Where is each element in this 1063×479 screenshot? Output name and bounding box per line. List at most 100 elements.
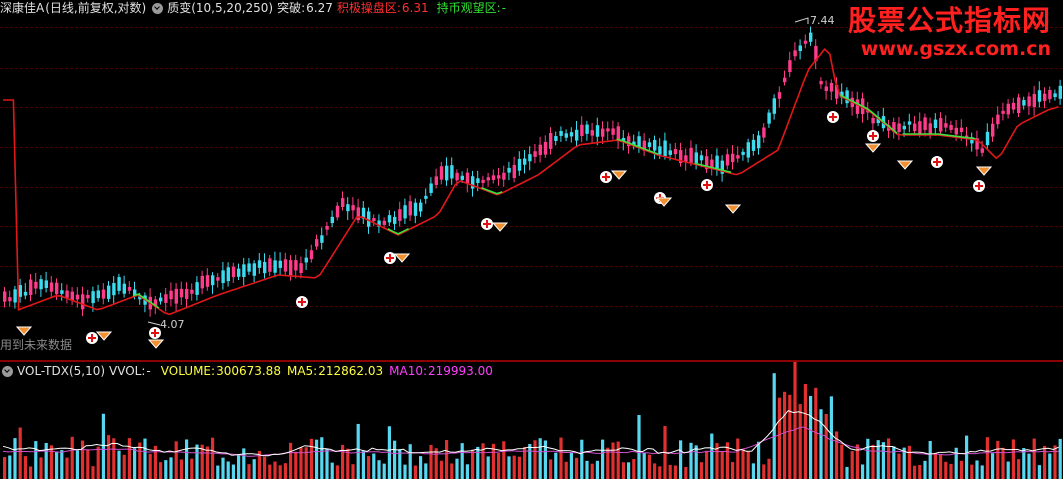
candle-body [247,263,251,272]
volume-bar [133,448,137,479]
candle-body [486,177,490,181]
volume-bar [1048,453,1052,479]
candle-body [237,268,241,277]
candle-body [595,125,600,137]
volume-bar [408,444,412,479]
candle-body [429,183,433,193]
volume-bar [44,442,48,479]
candle-body [559,130,563,136]
candle-body [445,165,449,181]
volume-bar [507,456,511,479]
volume-bar [658,466,662,479]
volume-bar [673,465,677,479]
volume-bar [965,435,969,479]
volume-bar [793,362,797,479]
volume-bar [767,458,771,479]
volume-bar [679,440,683,479]
volume-bar [185,439,189,479]
volume-bar [528,444,532,479]
candle-body [242,264,246,277]
candle-body [450,165,454,179]
volume-bar [757,441,761,479]
volume-bar [668,464,672,479]
candle-body [897,123,901,132]
volume-bar [959,460,963,479]
volume-bar [653,463,657,479]
plus-circle-icon-v [832,113,834,121]
candle-body [356,207,360,221]
volume-bar [954,447,958,479]
diamond-icon [896,160,914,170]
volume-bar [315,439,319,479]
candle-body [190,289,194,294]
volume-chart-pane[interactable]: VOL-TDX(5,10) VVOL: - VOLUME: 300673.88 … [0,362,1063,479]
candle-body [257,260,262,268]
volume-bar [621,462,625,479]
candle-body [8,297,12,302]
candle-body [824,86,828,91]
candle-body [221,270,225,284]
volume-bar [231,464,235,479]
candle-body [611,128,615,135]
volume-bar [1006,461,1010,479]
volume-bars[interactable] [0,362,1063,479]
plus-circle-icon-v [706,181,708,189]
volume-bar [403,464,407,479]
volume-bar [980,465,984,479]
candle-body [788,60,792,73]
candle-body [991,123,995,137]
candle-body [49,282,54,292]
volume-bar [49,445,53,479]
plus-circle-icon-v [91,334,93,342]
volume-bar [3,457,7,479]
volume-bar [840,444,844,479]
candle-body [757,135,761,149]
candle-body [819,80,823,85]
volume-bar [523,446,527,479]
candle-body [382,220,386,225]
candle-body [1022,100,1026,106]
candle-body [481,179,485,183]
candle-body [1032,93,1036,107]
plus-circle-icon-v [389,254,391,262]
volume-bar [320,437,324,479]
volume-bar [554,452,558,479]
volume-bar [237,454,241,479]
volume-bar [65,457,69,479]
candle-body [1037,90,1042,102]
volume-bar [549,459,553,479]
candle-body [736,155,740,159]
volume-bar [741,449,745,479]
candle-body [523,158,527,165]
volume-bar [517,456,521,479]
volume-bar [13,438,17,479]
volume-bar [580,439,584,479]
volume-bar [471,449,475,479]
candle-body [86,294,90,299]
volume-bar [705,450,709,479]
volume-bar [289,442,293,479]
candle-body [185,288,189,299]
candle-body [959,127,964,133]
volume-bar [486,456,490,479]
volume-bar [803,384,807,479]
candle-body [939,118,943,132]
volume-bar [559,437,563,479]
volume-bar [122,454,126,479]
candle-body [543,141,548,155]
volume-bar [226,461,230,479]
candle-body [944,123,948,128]
candle-body [699,155,704,161]
volume-bar [777,397,781,479]
ma-line-green [902,133,976,140]
candle-body [1017,97,1021,114]
price-chart-pane[interactable]: 深康佳A (日线,前复权,对数) 质变(10,5,20,250) 突破: 6.2… [0,0,1063,360]
watermark-title: 股票公式指标网 [847,4,1051,37]
candle-body [252,263,256,276]
volume-bar [159,462,163,479]
candle-body [1058,85,1062,99]
candle-body [585,124,589,134]
candle-body [413,202,418,216]
volume-bar [575,457,579,479]
volume-bar [450,463,454,479]
